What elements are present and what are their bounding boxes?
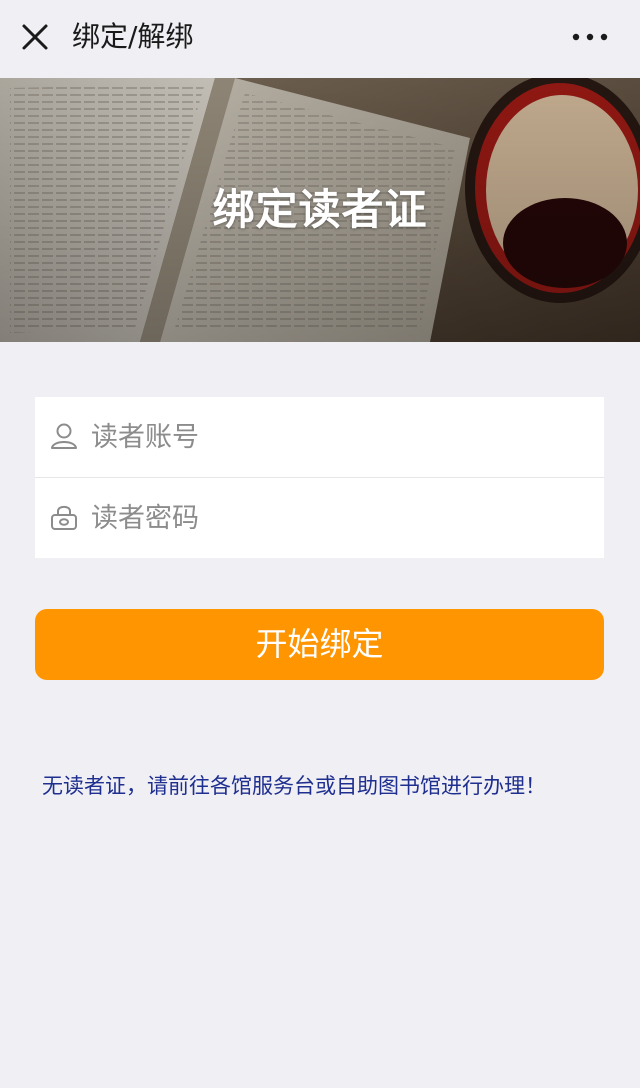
lock-icon bbox=[51, 505, 77, 530]
notice-text: 无读者证，请前往各馆服务台或自助图书馆进行办理！ bbox=[42, 774, 546, 798]
close-icon[interactable] bbox=[18, 20, 52, 54]
bind-button[interactable]: 开始绑定 bbox=[35, 609, 604, 680]
more-icon[interactable] bbox=[566, 22, 614, 52]
password-input[interactable] bbox=[91, 496, 591, 540]
page-title: 绑定/解绑 bbox=[72, 20, 194, 53]
bind-form bbox=[35, 397, 604, 558]
user-icon bbox=[51, 423, 77, 449]
account-input[interactable] bbox=[91, 415, 591, 459]
banner-title: 绑定读者证 bbox=[212, 185, 428, 234]
account-field bbox=[35, 397, 604, 477]
password-field bbox=[35, 478, 604, 558]
nav-bar: 绑定/解绑 bbox=[0, 0, 640, 78]
banner: 绑定读者证 bbox=[0, 78, 640, 342]
